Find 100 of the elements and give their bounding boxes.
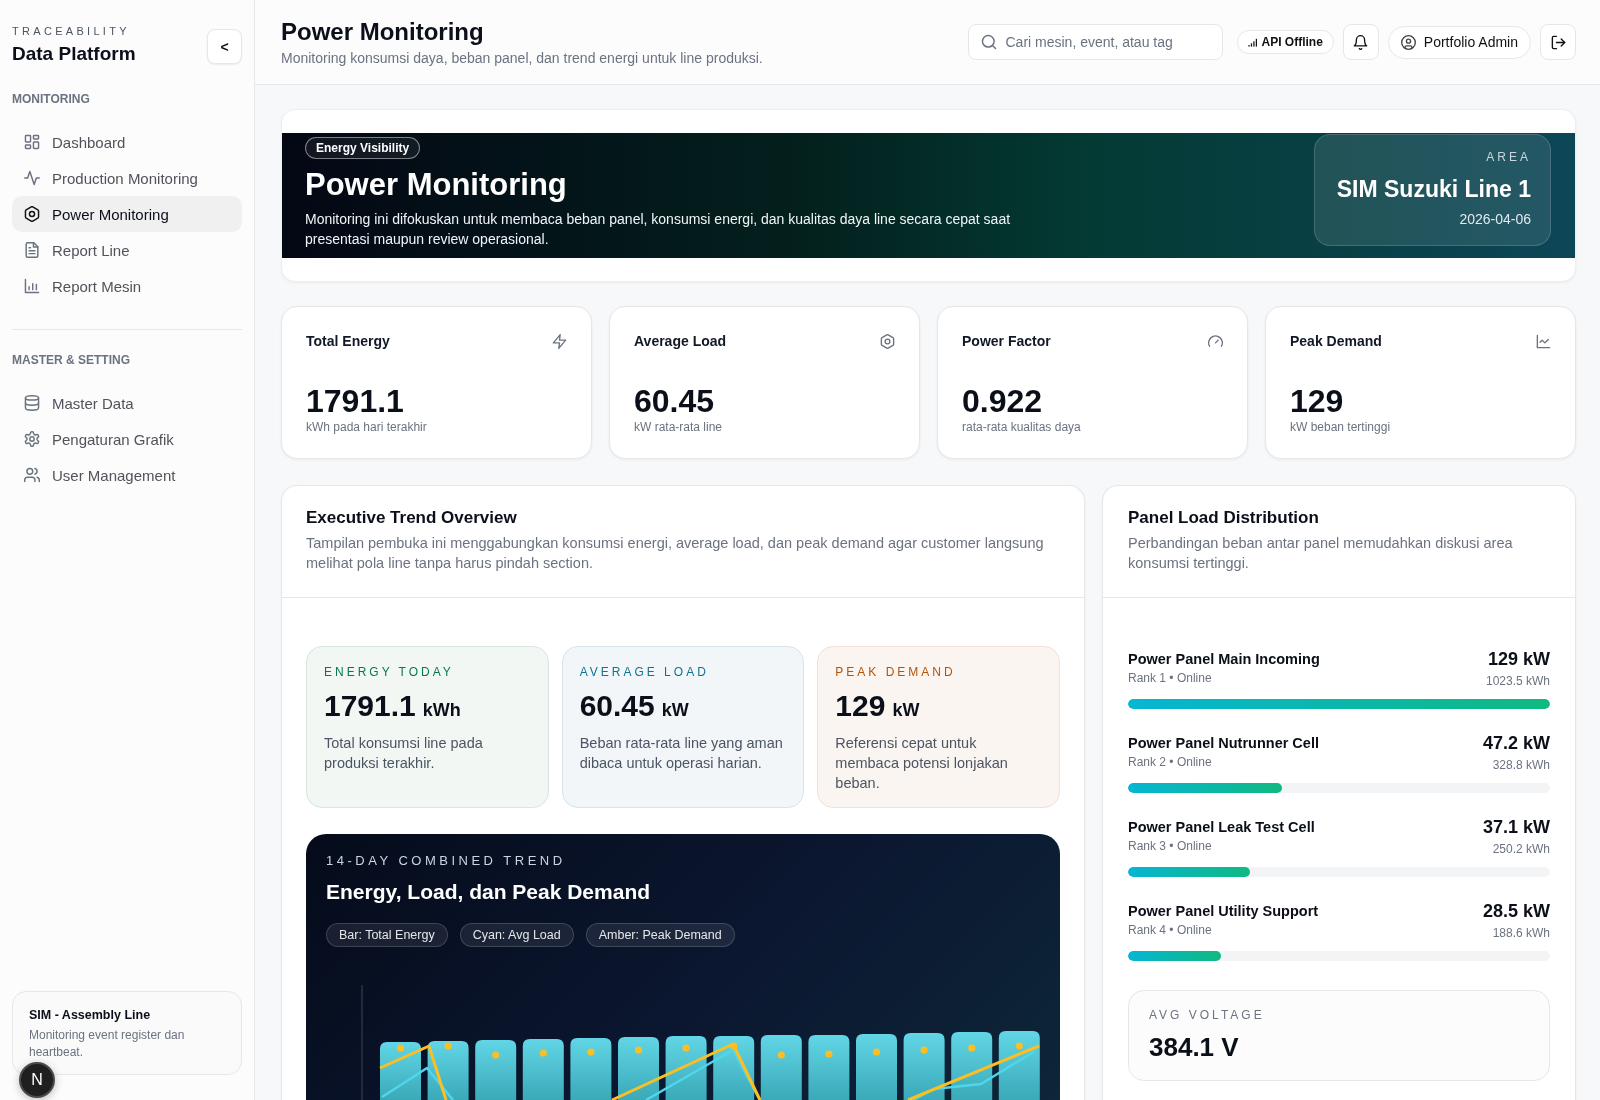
nav-item[interactable]: User Management [12,457,242,493]
card-description: Tampilan pembuka ini menggabungkan konsumsi energi, average load, dan peak demand agar customer langsung melihat pola line tanpa harus pindah section. [306,534,1045,573]
highlight-unit: kWh [422,699,461,721]
signal-icon [1248,37,1258,47]
highlight-label: ENERGY TODAY [324,664,454,680]
nav-item[interactable]: Master Data [12,385,242,421]
stat-label: Total Energy [306,332,390,351]
nav-item[interactable]: Power Monitoring [12,196,242,232]
panel-meta: Rank 4 • Online [1128,922,1212,938]
card-title: Panel Load Distribution [1128,507,1320,529]
database-icon [24,395,40,411]
card-title: Executive Trend Overview [306,507,518,529]
nav-item[interactable]: Production Monitoring [12,160,242,196]
lightning-icon [552,333,567,349]
page-subtitle: Monitoring konsumsi daya, beban panel, dan trend energi untuk line produksi. [281,48,763,67]
bell-icon [1353,34,1369,50]
footer-text: Monitoring event register dan heartbeat. [29,1027,186,1061]
panel-energy: 188.6 kWh [1492,925,1550,941]
settings-icon [24,431,40,447]
document-icon [24,242,40,258]
brand-caption: TRACEABILITY [12,24,131,38]
chart-eyebrow: 14-DAY COMBINED TREND [326,853,566,869]
highlight-description: Beban rata-rata line yang aman dibaca untuk operasi harian. [579,734,784,773]
highlight-description: Referensi cepat untuk membaca potensi lonjakan beban. [835,734,1009,793]
peak-point [396,1044,405,1052]
nav-item[interactable]: Report Line [12,232,242,268]
peak-point [730,1042,738,1050]
legend-chip: Cyan: Avg Load [459,923,574,947]
peak-point [539,1049,547,1057]
panel-power: 47.2 kW [1482,732,1550,754]
nav-item[interactable]: Report Mesin [12,268,242,304]
energy-bar [522,1039,564,1100]
energy-bar [856,1034,897,1100]
search-icon [981,34,998,50]
area-name: SIM Suzuki Line 1 [1336,175,1531,204]
energy-bar [903,1033,945,1100]
voltage-value: 384.1 V [1149,1032,1239,1062]
peak-point [777,1051,785,1059]
peak-point [492,1051,500,1059]
stat-caption: rata-rata kualitas daya [962,419,1081,435]
users-icon [24,467,40,483]
peak-point [682,1044,690,1052]
stat-caption: kWh pada hari terakhir [306,419,427,435]
chart-title: Energy, Load, dan Peak Demand [326,879,651,905]
hero-description: Monitoring ini difokuskan untuk membaca beban panel, konsumsi energi, dan kualitas daya line secara cepat saat presentasi maupun review operasional. [305,210,1012,249]
stat-label: Average Load [634,332,727,351]
stat-label: Peak Demand [1290,332,1382,351]
highlight-value: 60.45 [579,689,655,723]
stat-value: 129 [1290,383,1344,419]
energy-bar [618,1037,659,1100]
highlight-label: AVERAGE LOAD [579,664,709,680]
gauge-icon [1208,333,1223,349]
section-heading: MONITORING [12,91,90,107]
line-chart-icon [1536,333,1551,349]
hexagon-icon [880,333,895,349]
api-status-text: API Offline [1261,35,1323,49]
panel-meta: Rank 2 • Online [1128,754,1212,770]
highlight-value: 1791.1 [324,689,416,723]
panel-energy: 250.2 kWh [1492,841,1550,857]
nav-item[interactable]: Dashboard [12,124,242,160]
peak-point [634,1046,643,1054]
panel-power: 37.1 kW [1482,816,1550,838]
panel-energy: 1023.5 kWh [1485,673,1550,689]
panel-name: Power Panel Main Incoming [1128,650,1320,668]
panel-meta: Rank 1 • Online [1128,670,1212,686]
energy-bar [760,1035,802,1100]
notification-button[interactable] [1342,24,1379,60]
legend-chip: Amber: Peak Demand [585,923,735,947]
peak-point [587,1048,595,1056]
footer-title: SIM - Assembly Line [29,1007,152,1023]
logout-icon [1550,34,1566,50]
bar-chart-icon [24,278,40,294]
peak-point [1015,1042,1023,1050]
user-menu-button[interactable]: Portfolio Admin [1387,25,1531,59]
stat-caption: kW beban tertinggi [1290,419,1391,435]
energy-bar [475,1040,517,1100]
stat-caption: kW rata-rata line [634,419,723,435]
nav-item[interactable]: Pengaturan Grafik [12,421,242,457]
panel-meta: Rank 3 • Online [1128,838,1212,854]
peak-point [444,1042,452,1050]
panel-name: Power Panel Utility Support [1128,902,1319,920]
collapse-button[interactable]: < [207,29,242,64]
hexagon-icon [24,206,40,222]
brand-title: Data Platform [12,42,136,66]
card-description: Perbandingan beban antar panel memudahkan diskusi area konsumsi tertinggi. [1128,534,1514,573]
energy-bar [808,1035,850,1100]
highlight-unit: kW [661,699,689,721]
peak-point [968,1044,976,1052]
hero-title: Power Monitoring [305,167,567,203]
pulse-icon [24,170,40,186]
grid-icon [24,134,40,150]
logout-button[interactable] [1540,24,1576,60]
panel-power: 129 kW [1487,648,1550,670]
highlight-label: PEAK DEMAND [835,664,956,680]
search-field[interactable]: Cari mesin, event, atau tag [968,24,1224,60]
highlight-description: Total konsumsi line pada produksi terakhir. [324,734,484,773]
stat-label: Power Factor [962,332,1051,351]
panel-name: Power Panel Leak Test Cell [1128,818,1315,836]
energy-bar [951,1032,993,1100]
peak-point [872,1048,881,1056]
